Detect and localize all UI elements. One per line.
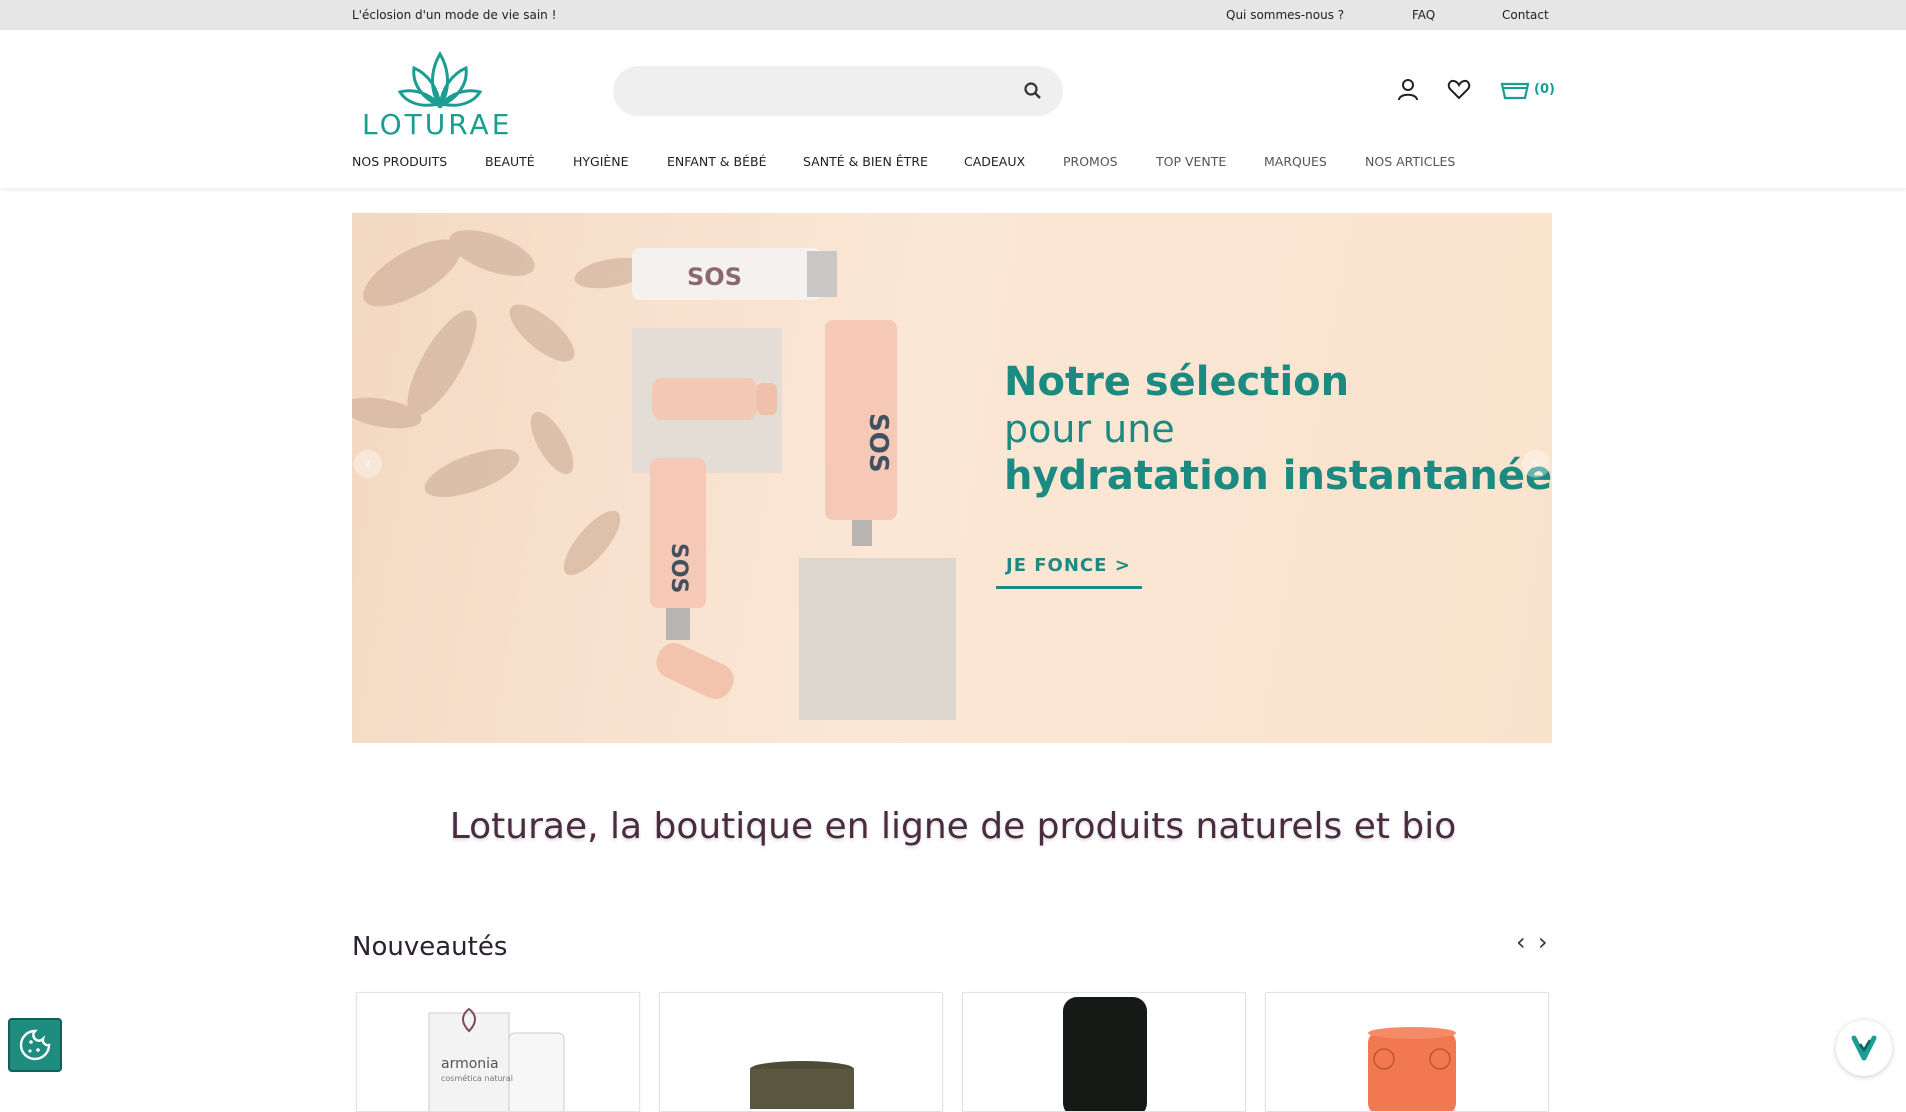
section-title-new: Nouveautés (352, 932, 508, 962)
svg-text:SOS: SOS (687, 263, 742, 291)
user-icon[interactable] (1395, 76, 1421, 102)
cart-icon[interactable] (1500, 76, 1530, 102)
svg-text:SOS: SOS (863, 413, 893, 473)
product-image (750, 1061, 854, 1109)
nav-item-cadeaux[interactable]: CADEAUX (964, 154, 1025, 169)
banner-product-image: SOS SOS SOS (352, 230, 956, 720)
nav-item-top-vente[interactable]: TOP VENTE (1156, 154, 1226, 169)
nav-item-marques[interactable]: MARQUES (1264, 154, 1327, 169)
product-card[interactable] (962, 992, 1246, 1112)
search-input[interactable] (631, 76, 1011, 106)
product-brand: armonia (441, 1056, 499, 1072)
search-icon[interactable] (1023, 81, 1043, 101)
product-brand-sub: cosmética natural (441, 1073, 513, 1083)
carousel-prev-icon[interactable]: ‹ (1516, 928, 1526, 956)
nav-item-nos-produits[interactable]: NOS PRODUITS (352, 154, 447, 169)
cookie-settings-button[interactable] (8, 1018, 62, 1072)
about-link[interactable]: Qui sommes-nous ? (1226, 8, 1344, 22)
svg-text:SOS: SOS (666, 543, 691, 593)
logo-wordmark: LOTURAE (362, 108, 513, 141)
heart-icon[interactable] (1446, 76, 1472, 102)
logo[interactable] (360, 46, 520, 164)
page-headline: Loturae, la boutique en ligne de produit… (449, 806, 1457, 847)
verified-reviews-icon (1851, 1035, 1877, 1061)
product-card[interactable]: armonia cosmética natural (356, 992, 640, 1112)
top-bar: L'éclosion d'un mode de vie sain ! Qui s… (0, 0, 1906, 30)
banner-headline-1: Notre sélection (1004, 359, 1350, 405)
lotus-icon (397, 51, 483, 109)
nav-item-nos-articles[interactable]: NOS ARTICLES (1365, 154, 1455, 169)
nav-item-hygiene[interactable]: HYGIÈNE (573, 154, 629, 169)
carousel-next-icon[interactable]: › (1538, 928, 1548, 956)
cart-count[interactable]: (0) (1534, 82, 1555, 97)
site-header: LOTURAE (0) NOS PRODUITS BEAUTÉ HYGIÈNE … (0, 30, 1906, 188)
banner-next-button[interactable]: › (1522, 450, 1550, 478)
banner-headline-3: hydratation instantanée (1004, 453, 1552, 499)
nav-item-sante-bien-etre[interactable]: SANTÉ & BIEN ÊTRE (803, 154, 928, 169)
search-bar (613, 66, 1063, 116)
site-tagline: L'éclosion d'un mode de vie sain ! (352, 8, 557, 22)
nav-item-beaute[interactable]: BEAUTÉ (485, 154, 535, 169)
banner-prev-button[interactable]: ‹ (354, 450, 382, 478)
banner-cta-button[interactable]: JE FONCE > (996, 555, 1142, 589)
cookie-icon (19, 1029, 51, 1061)
hero-banner[interactable]: SOS SOS SOS Notre sélection pour une hyd… (352, 213, 1552, 743)
banner-headline-2: pour une (1004, 407, 1175, 451)
trust-badge-button[interactable] (1836, 1020, 1892, 1076)
faq-link[interactable]: FAQ (1412, 8, 1435, 22)
product-image: armonia cosmética natural (428, 1007, 565, 1111)
nav-item-promos[interactable]: PROMOS (1063, 154, 1118, 169)
contact-link[interactable]: Contact (1502, 8, 1549, 22)
product-image (1368, 1027, 1456, 1111)
product-image (1063, 997, 1147, 1111)
nav-item-enfant-bebe[interactable]: ENFANT & BÉBÉ (667, 154, 766, 169)
product-card[interactable] (659, 992, 943, 1112)
product-card[interactable] (1265, 992, 1549, 1112)
